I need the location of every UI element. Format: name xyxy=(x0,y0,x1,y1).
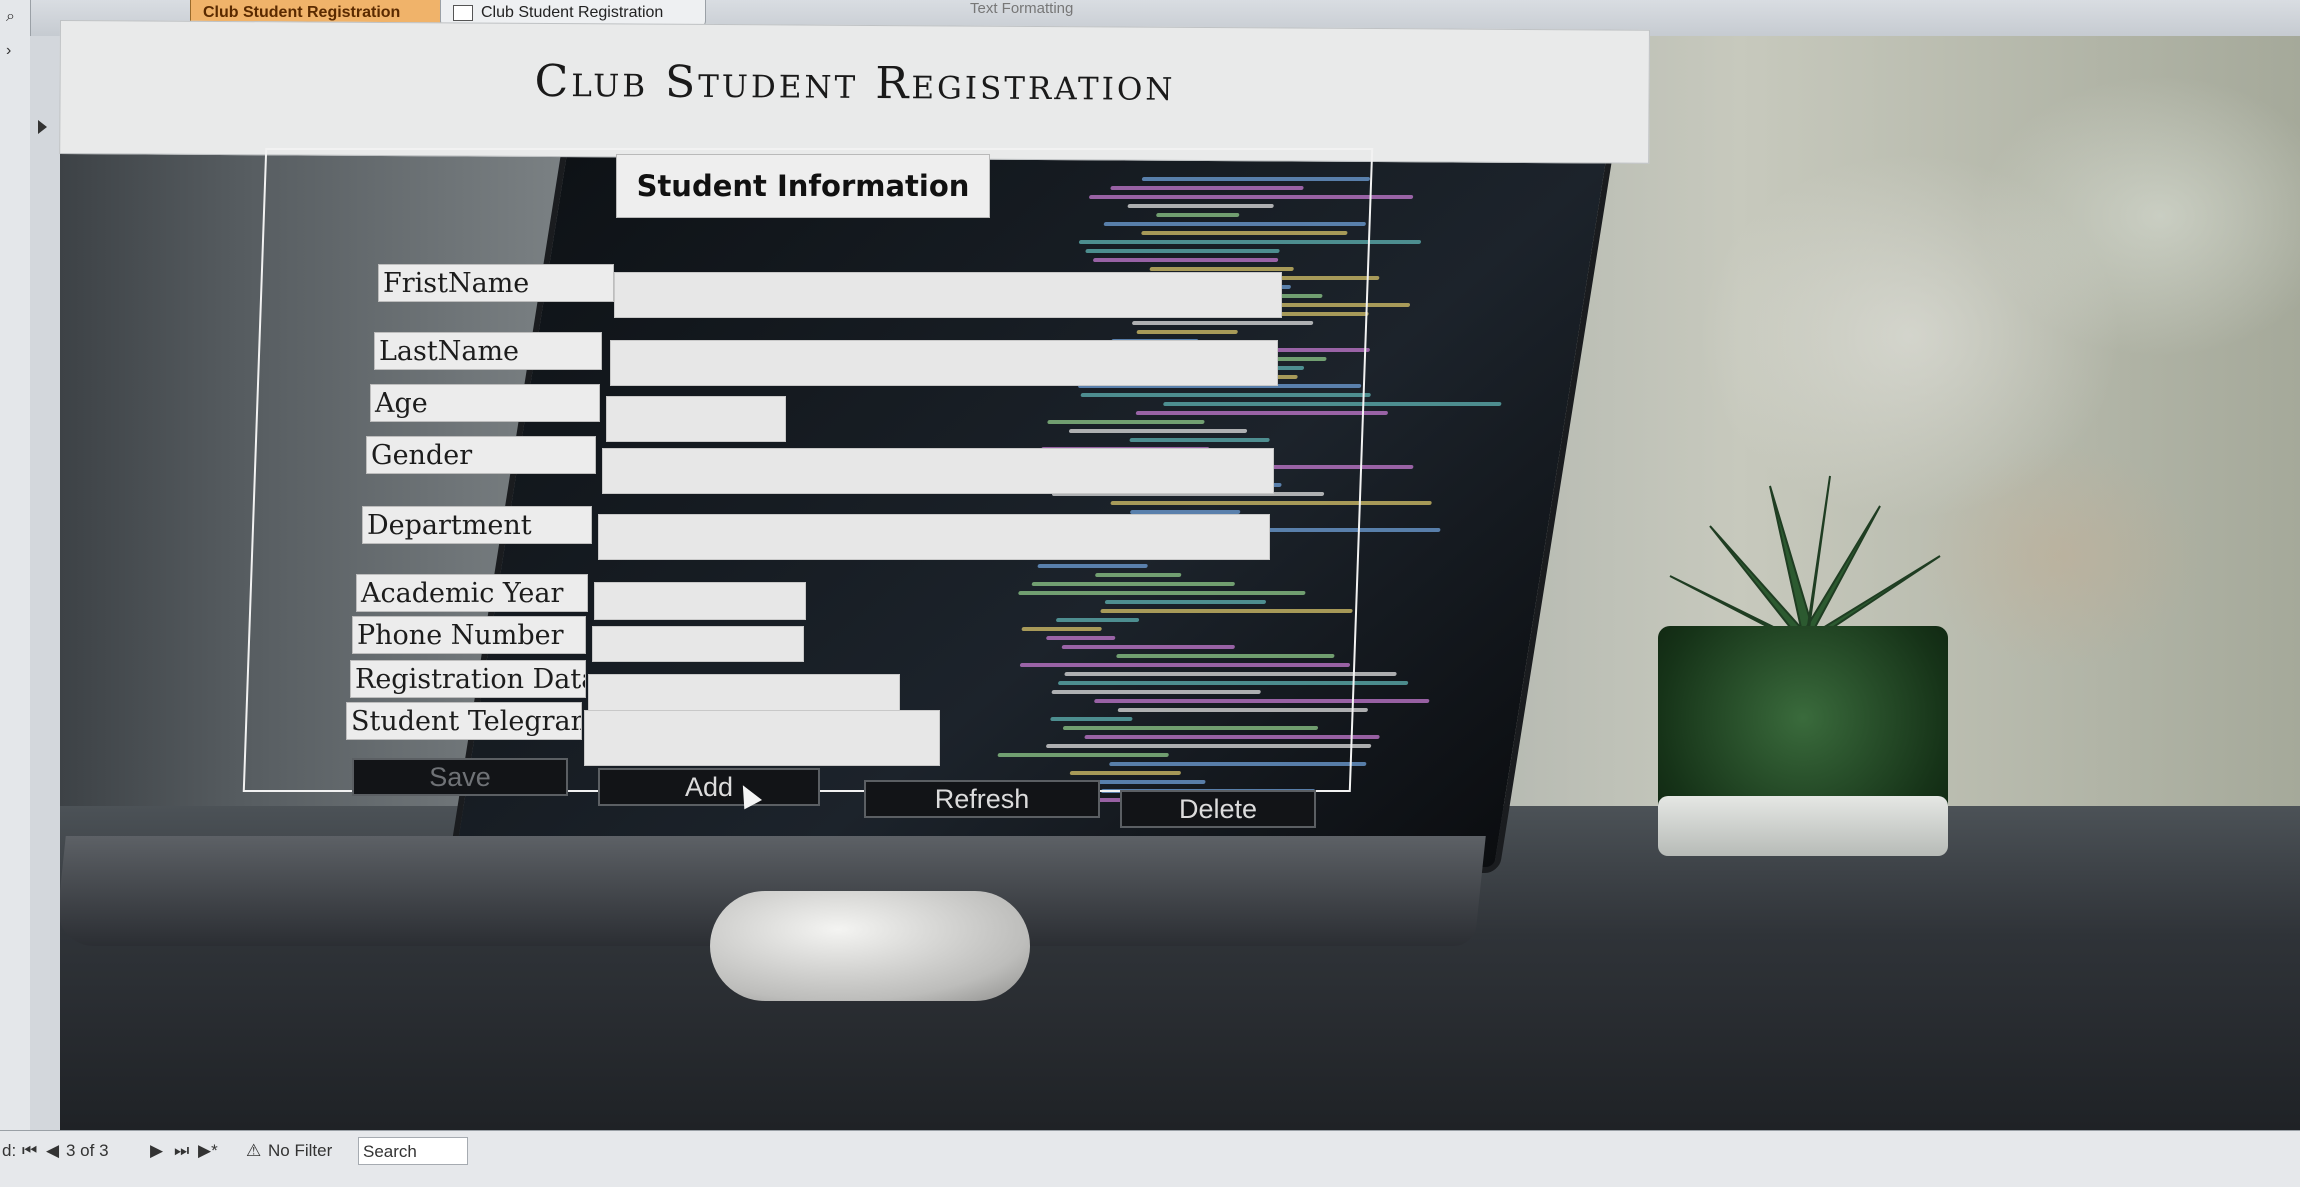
current-record-arrow-icon xyxy=(38,120,47,134)
section-title: Student Information xyxy=(616,154,990,218)
phone-number-field[interactable] xyxy=(592,626,804,662)
department-field[interactable] xyxy=(598,514,1270,560)
record-selector[interactable] xyxy=(30,36,61,1130)
label-gender: Gender xyxy=(366,436,596,474)
ribbon-group-label: Text Formatting xyxy=(970,0,1074,17)
form-title: Club Student Registration xyxy=(534,55,1176,111)
age-field[interactable] xyxy=(606,396,786,442)
tab-label: Club Student Registration xyxy=(481,4,664,21)
label-registration-data: Registration Data xyxy=(350,660,586,698)
gender-field[interactable] xyxy=(602,448,1274,494)
record-navigator: d: ⏮ ◀ 3 of 3 ▶ ⏭ ▶* ⚠ No Filter Search xyxy=(0,1130,2300,1187)
first-name-field[interactable] xyxy=(614,272,1282,318)
plant-pot-base-image xyxy=(1658,796,1948,856)
add-button[interactable]: Add xyxy=(598,768,820,806)
navigation-pane-collapsed[interactable]: ⌕ › xyxy=(0,0,31,1130)
label-student-telegram: Student Telegram xyxy=(346,702,582,740)
search-box[interactable]: Search xyxy=(358,1137,468,1165)
table-icon xyxy=(453,4,473,21)
label-age: Age xyxy=(370,384,600,422)
label-academic-year: Academic Year xyxy=(356,574,588,612)
mouse-image xyxy=(710,891,1030,1001)
new-record-icon[interactable]: ▶* xyxy=(198,1141,218,1161)
registration-data-field[interactable] xyxy=(588,674,900,712)
label-department: Department xyxy=(362,506,592,544)
last-name-field[interactable] xyxy=(610,340,1278,386)
delete-button[interactable]: Delete xyxy=(1120,790,1316,828)
first-record-icon[interactable]: ⏮ xyxy=(22,1141,37,1161)
label-phone-number: Phone Number xyxy=(352,616,586,654)
search-icon[interactable]: ⌕ xyxy=(6,8,22,25)
next-record-icon[interactable]: ▶ xyxy=(150,1141,163,1161)
refresh-button[interactable]: Refresh xyxy=(864,780,1100,818)
no-filter-label[interactable]: No Filter xyxy=(268,1141,332,1161)
label-last-name: LastName xyxy=(374,332,602,370)
last-record-icon[interactable]: ⏭ xyxy=(174,1141,189,1161)
student-telegram-field[interactable] xyxy=(584,710,940,766)
filter-icon[interactable]: ⚠ xyxy=(246,1141,261,1161)
navigator-prefix: d: xyxy=(2,1141,17,1160)
previous-record-icon[interactable]: ◀ xyxy=(46,1141,59,1161)
form-header: Club Student Registration xyxy=(59,20,1650,164)
save-button[interactable]: Save xyxy=(352,758,568,796)
tab-label: Club Student Registration xyxy=(203,4,401,21)
pane-toggle-icon[interactable]: › xyxy=(6,42,22,59)
academic-year-field[interactable] xyxy=(594,582,806,620)
label-first-name: FristName xyxy=(378,264,614,302)
plant-leaves-image xyxy=(1669,475,1941,646)
current-record-box[interactable]: 3 of 3 xyxy=(66,1141,109,1161)
